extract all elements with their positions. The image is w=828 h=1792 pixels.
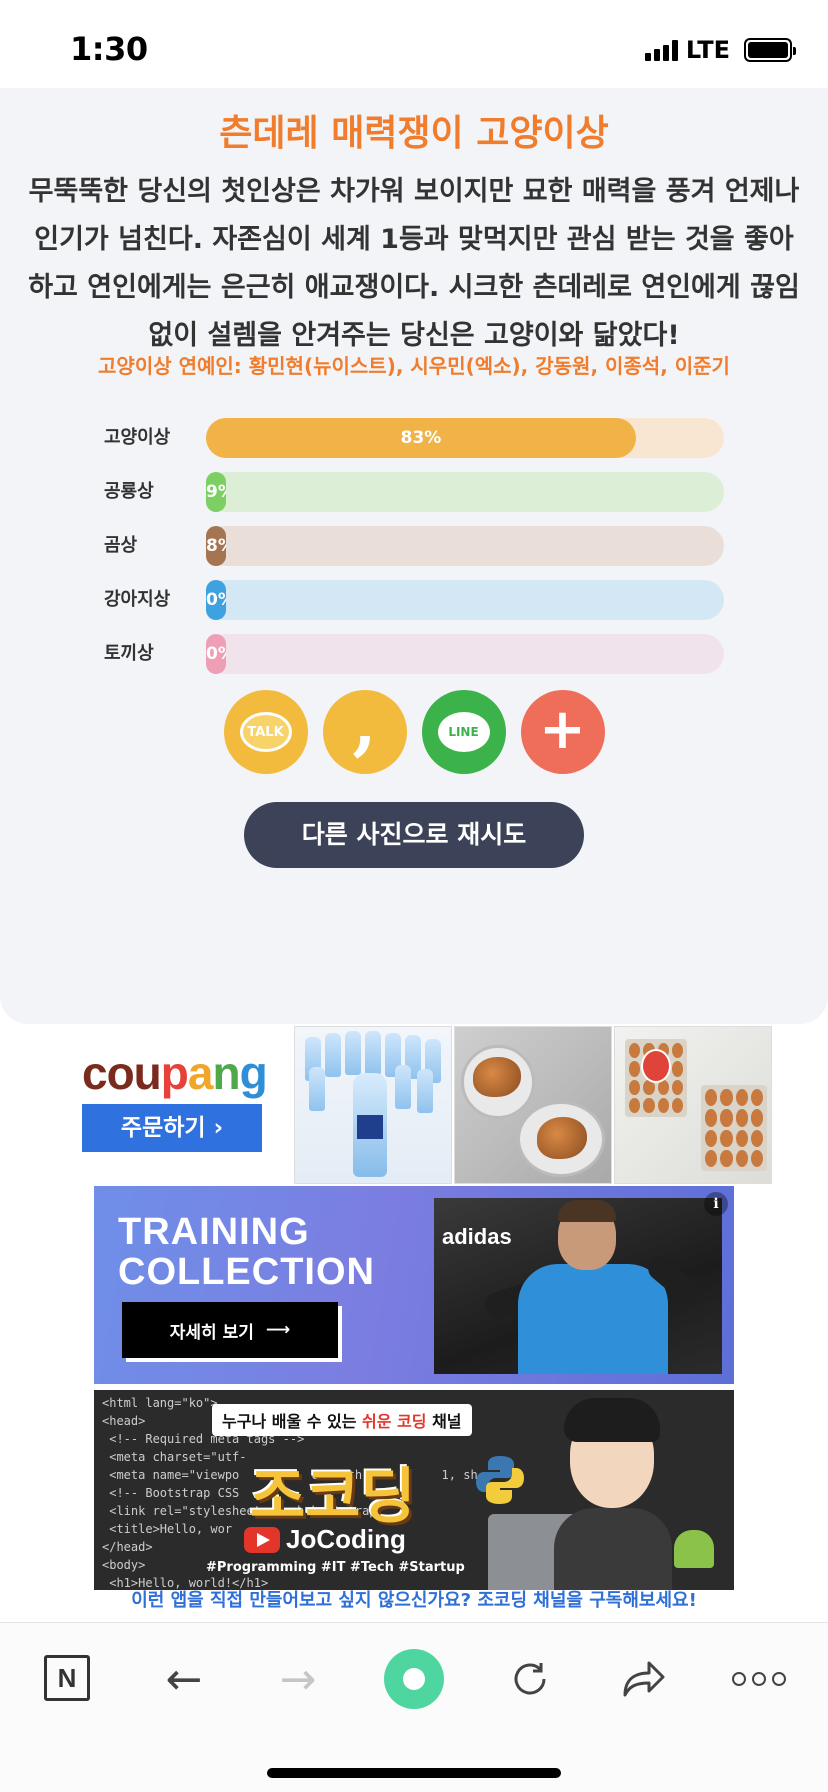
result-bar-row: 토끼상 0% <box>104 634 724 688</box>
arrow-right-icon: ⟶ <box>265 1320 291 1340</box>
refresh-button[interactable] <box>500 1647 560 1711</box>
result-bar-row: 공룡상 9% <box>104 472 724 526</box>
status-indicators: LTE <box>644 36 796 64</box>
coupang-order-button[interactable]: 주문하기 › <box>82 1104 262 1152</box>
adidas-cta-label: 자세히 보기 <box>169 1322 254 1343</box>
share-icon <box>623 1661 665 1697</box>
jocoding-tagline: 누구나 배울 수 있는 쉬운 코딩 채널 <box>212 1404 472 1436</box>
status-time: 1:30 <box>70 30 148 68</box>
result-bar-label: 강아지상 <box>104 589 171 610</box>
result-bar-percent: 83% <box>400 428 442 448</box>
green-dot-button[interactable] <box>384 1649 444 1709</box>
adidas-photo: adidas <box>434 1198 722 1374</box>
result-bar-label: 곰상 <box>104 535 138 556</box>
adidas-cta-button[interactable]: 자세히 보기 ⟶ <box>122 1302 338 1358</box>
youtube-icon <box>244 1526 280 1553</box>
result-bar-row: 곰상 8% <box>104 526 724 580</box>
adidas-headline-line1: TRAINING <box>118 1211 310 1253</box>
more-share-button[interactable]: + <box>520 690 605 774</box>
result-bar-label: 토끼상 <box>104 643 154 664</box>
share-button[interactable] <box>614 1647 674 1711</box>
more-button[interactable] <box>732 1647 786 1711</box>
result-bar-fill: 0% <box>206 580 226 620</box>
kakaotalk-icon: TALK <box>239 712 292 752</box>
result-bar-track: 9% <box>206 472 724 512</box>
kakaostory-icon: , <box>352 681 377 764</box>
product-chicken-image[interactable] <box>454 1026 612 1184</box>
plus-icon: + <box>539 697 586 762</box>
ad-info-icon[interactable]: i <box>704 1192 728 1216</box>
coupang-logo: coupang <box>82 1047 268 1099</box>
coupang-ad[interactable]: coupang 주문하기 › <box>0 1024 828 1186</box>
adidas-ad[interactable]: TRAINING COLLECTION 자세히 보기 ⟶ adidas i <box>94 1186 734 1384</box>
result-bar-track: 8% <box>206 526 724 566</box>
signal-icon <box>644 39 678 61</box>
result-bar-fill: 8% <box>206 526 226 566</box>
status-bar: 1:30 LTE <box>0 0 828 88</box>
android-icon <box>674 1530 714 1568</box>
result-bar-label: 공룡상 <box>104 481 154 502</box>
refresh-icon <box>514 1663 546 1695</box>
adidas-headline-line2: COLLECTION <box>118 1251 375 1293</box>
product-water-image[interactable] <box>294 1026 452 1184</box>
jocoding-hashtags: #Programming #IT #Tech #Startup <box>206 1560 465 1575</box>
result-bar-track: 83% <box>206 418 724 458</box>
more-dots-icon <box>732 1672 786 1686</box>
adidas-headline: TRAINING COLLECTION <box>118 1212 375 1292</box>
browser-toolbar: N ← → <box>0 1622 828 1792</box>
back-button[interactable]: ← <box>154 1647 214 1711</box>
retry-button[interactable]: 다른 사진으로 재시도 <box>244 802 584 868</box>
result-bar-percent: 0% <box>206 644 226 664</box>
result-bar-fill: 0% <box>206 634 226 674</box>
result-title: 츤데레 매력쟁이 고양이상 <box>219 113 609 154</box>
result-bar-percent: 8% <box>206 536 226 556</box>
result-bar-fill: 83% <box>206 418 636 458</box>
home-indicator <box>267 1768 561 1778</box>
adidas-logo: adidas <box>442 1224 512 1249</box>
result-bar-percent: 9% <box>206 482 226 502</box>
celebrity-list: 고양이상 연예인: 황민현(뉴이스트), 시우민(엑소), 강동원, 이종석, … <box>98 354 730 378</box>
jocoding-channel-name: JoCoding <box>286 1524 406 1554</box>
naver-home-button[interactable]: N <box>44 1655 90 1701</box>
result-bar-fill: 9% <box>206 472 226 512</box>
forward-button[interactable]: → <box>268 1647 328 1711</box>
battery-icon <box>744 38 796 62</box>
result-bar-track: 0% <box>206 580 724 620</box>
share-buttons: TALK , LINE + <box>0 681 828 774</box>
line-icon: LINE <box>437 712 490 752</box>
character-body <box>554 1508 672 1590</box>
jocoding-channel: JoCoding <box>244 1524 406 1555</box>
kakaostory-share-button[interactable]: , <box>322 681 407 774</box>
result-bar-row: 고양이상 83% <box>104 418 724 472</box>
jocoding-caption[interactable]: 이런 앱을 직접 만들어보고 싶지 않으신가요? 조코딩 채널을 구독해보세요! <box>0 1586 828 1612</box>
result-bar-track: 0% <box>206 634 724 674</box>
kakaotalk-share-button[interactable]: TALK <box>223 690 308 774</box>
python-icon <box>476 1456 524 1504</box>
character-hair <box>564 1398 660 1442</box>
result-bars: 고양이상 83% 공룡상 9% 곰상 8% 강아지상 0% 토끼상 0% <box>104 418 724 688</box>
product-eggs-image[interactable] <box>614 1026 772 1184</box>
result-card: 츤데레 매력쟁이 고양이상 무뚝뚝한 당신의 첫인상은 차가워 보이지만 묘한 … <box>0 88 828 1024</box>
result-description: 무뚝뚝한 당신의 첫인상은 차가워 보이지만 묘한 매력을 풍겨 언제나 인기가… <box>28 176 800 351</box>
jocoding-ad[interactable]: <html lang="ko"> <head> <!-- Required me… <box>94 1390 734 1590</box>
network-label: LTE <box>685 36 730 64</box>
result-bar-row: 강아지상 0% <box>104 580 724 634</box>
line-share-button[interactable]: LINE <box>421 690 506 774</box>
jocoding-logo: 조코딩 <box>250 1462 416 1532</box>
result-bar-label: 고양이상 <box>104 427 171 448</box>
result-bar-percent: 0% <box>206 590 226 610</box>
